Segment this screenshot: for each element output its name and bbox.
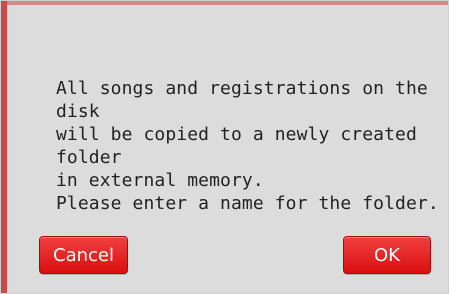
dialog-message: All songs and registrations on the disk … bbox=[56, 78, 439, 214]
dialog-left-edge bbox=[1, 1, 7, 293]
dialog-top-edge bbox=[1, 1, 448, 5]
ok-button[interactable]: OK bbox=[343, 236, 431, 274]
cancel-button[interactable]: Cancel bbox=[39, 236, 128, 274]
copy-to-folder-dialog: All songs and registrations on the disk … bbox=[0, 0, 449, 294]
